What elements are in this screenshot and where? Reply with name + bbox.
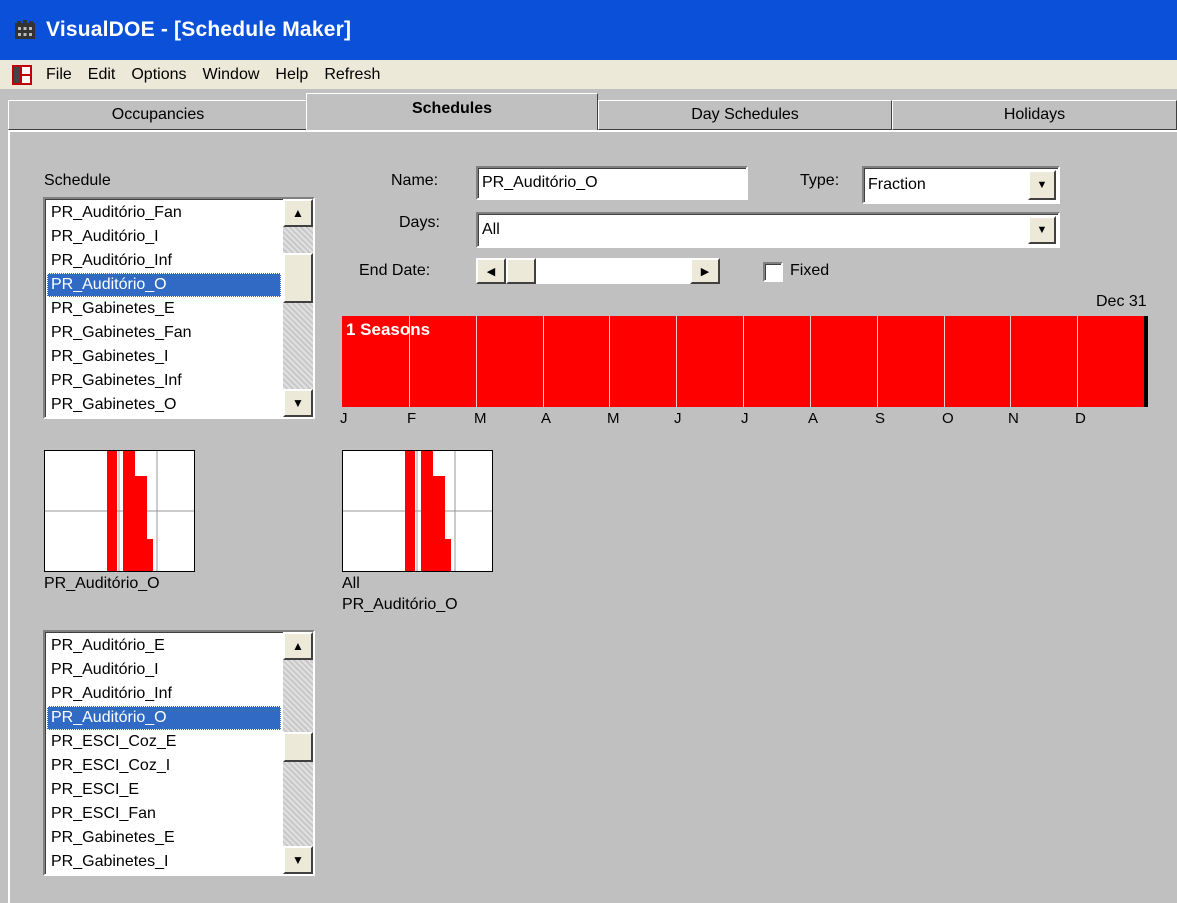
chevron-down-icon[interactable]: ▼ — [1028, 216, 1056, 244]
list-item[interactable]: PR_ESCI_Coz_I — [47, 754, 281, 778]
menu-file[interactable]: File — [38, 66, 80, 84]
scroll-thumb[interactable] — [283, 732, 313, 762]
month-gridline — [877, 316, 878, 407]
list-item[interactable]: PR_Gabinetes_I — [47, 850, 281, 874]
month-gridline — [543, 316, 544, 407]
month-label: D — [1075, 410, 1086, 427]
tab-occupancies[interactable]: Occupancies — [8, 100, 308, 130]
list-item[interactable]: PR_Auditório_Inf — [47, 682, 281, 706]
list-item[interactable]: PR_Auditório_Fan — [47, 201, 281, 225]
tab-schedules[interactable]: Schedules — [306, 93, 598, 130]
type-value: Fraction — [868, 176, 926, 193]
month-gridline — [743, 316, 744, 407]
fixed-label: Fixed — [790, 262, 830, 279]
menu-bar: File Edit Options Window Help Refresh — [0, 60, 1177, 89]
list-item[interactable]: PR_ESCI_E — [47, 778, 281, 802]
day-list-scrollbar[interactable]: ▲ ▼ — [283, 632, 313, 874]
list-item[interactable]: PR_Gabinetes_E — [47, 297, 281, 321]
month-label: A — [541, 410, 552, 427]
month-label: F — [407, 410, 417, 427]
month-label: J — [741, 410, 749, 427]
tab-day-schedules[interactable]: Day Schedules — [598, 100, 892, 130]
scroll-down-button[interactable]: ▼ — [283, 846, 313, 874]
month-gridline — [810, 316, 811, 407]
scroll-thumb[interactable] — [283, 253, 313, 303]
month-label: O — [942, 410, 954, 427]
season-count: 1 Seasons — [346, 320, 431, 339]
list-item[interactable]: PR_Gabinetes_E — [47, 826, 281, 850]
month-gridline — [409, 316, 410, 407]
day-schedule-list[interactable]: PR_Auditório_E PR_Auditório_I PR_Auditório… — [43, 630, 315, 876]
list-item[interactable]: PR_ESCI_Fan — [47, 802, 281, 826]
name-label: Name: — [391, 172, 439, 189]
menu-options[interactable]: Options — [123, 66, 194, 84]
end-date-slider[interactable]: ◀ ▶ — [476, 258, 720, 284]
menu-help[interactable]: Help — [267, 66, 316, 84]
tab-bar: Occupancies Schedules Day Schedules Holi… — [0, 89, 1177, 130]
end-date-label: End Date: — [359, 262, 431, 279]
schedule-list-scrollbar[interactable]: ▲ ▼ — [283, 199, 313, 417]
preview-caption: PR_Auditório_O — [44, 575, 160, 592]
name-input[interactable]: PR_Auditório_O — [476, 166, 748, 200]
month-gridline — [476, 316, 477, 407]
day-preview-caption-name: PR_Auditório_O — [342, 596, 458, 613]
list-item[interactable]: PR_Auditório_O — [47, 273, 281, 297]
type-select[interactable]: Fraction ▼ — [862, 166, 1060, 204]
list-item[interactable]: PR_Auditório_E — [47, 634, 281, 658]
day-preview-chart[interactable] — [342, 450, 493, 572]
list-item[interactable]: PR_ESCI_Coz_E — [47, 730, 281, 754]
chevron-down-icon[interactable]: ▼ — [1028, 170, 1056, 200]
schedule-list[interactable]: PR_Auditório_Fan PR_Auditório_I PR_Auditór… — [43, 197, 315, 419]
list-item[interactable]: PR_Gabinetes_Inf — [47, 369, 281, 393]
month-label: M — [474, 410, 487, 427]
month-label: N — [1008, 410, 1019, 427]
type-label: Type: — [800, 172, 840, 189]
tab-holidays[interactable]: Holidays — [892, 100, 1177, 130]
days-select[interactable]: All ▼ — [476, 212, 1060, 248]
fixed-checkbox[interactable] — [763, 262, 783, 282]
list-item[interactable]: PR_Auditório_Inf — [47, 249, 281, 273]
list-item[interactable]: PR_Gabinetes_Fan — [47, 321, 281, 345]
scroll-left-button[interactable]: ◀ — [476, 258, 506, 284]
month-label: A — [808, 410, 819, 427]
title-bar: VisualDOE - [Schedule Maker] — [0, 0, 1177, 60]
schedule-label: Schedule — [44, 172, 111, 189]
month-label: M — [607, 410, 620, 427]
month-gridline — [1010, 316, 1011, 407]
scroll-down-button[interactable]: ▼ — [283, 389, 313, 417]
window-title: VisualDOE - [Schedule Maker] — [46, 18, 352, 41]
month-label: J — [340, 410, 348, 427]
scroll-up-button[interactable]: ▲ — [283, 199, 313, 227]
list-item[interactable]: PR_Gabinetes_O — [47, 393, 281, 417]
season-bar[interactable]: 1 Seasons — [342, 316, 1148, 407]
month-gridline — [609, 316, 610, 407]
month-label: S — [875, 410, 886, 427]
list-item[interactable]: PR_Gabinetes_I — [47, 345, 281, 369]
scroll-right-button[interactable]: ▶ — [690, 258, 720, 284]
menu-edit[interactable]: Edit — [80, 66, 124, 84]
slider-track[interactable] — [536, 258, 690, 284]
menu-refresh[interactable]: Refresh — [316, 66, 388, 84]
days-label: Days: — [399, 214, 440, 231]
schedule-preview-chart[interactable] — [44, 450, 195, 572]
days-value: All — [482, 221, 500, 238]
app-icon[interactable] — [14, 19, 36, 41]
month-gridline — [1077, 316, 1078, 407]
month-gridline — [944, 316, 945, 407]
list-item[interactable]: PR_Auditório_O — [47, 706, 281, 730]
list-item[interactable]: PR_Auditório_I — [47, 658, 281, 682]
month-gridline — [676, 316, 677, 407]
day-preview-caption-days: All — [342, 575, 360, 592]
end-date-marker: Dec 31 — [1096, 293, 1147, 310]
slider-thumb[interactable] — [506, 258, 536, 284]
menu-window[interactable]: Window — [195, 66, 268, 84]
document-icon[interactable] — [12, 64, 32, 85]
scroll-up-button[interactable]: ▲ — [283, 632, 313, 660]
month-label: J — [674, 410, 682, 427]
list-item[interactable]: PR_Auditório_I — [47, 225, 281, 249]
